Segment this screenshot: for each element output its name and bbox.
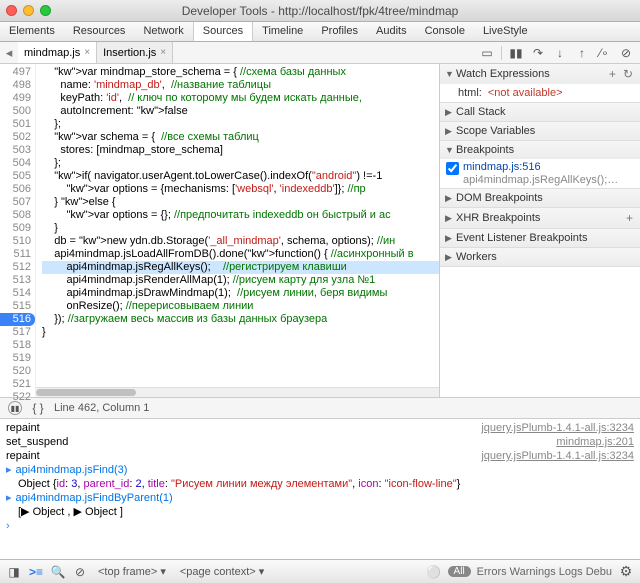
filter-icon[interactable]: ⚪ bbox=[426, 564, 442, 580]
panel-tab-elements[interactable]: Elements bbox=[0, 22, 64, 41]
window-controls bbox=[6, 5, 51, 16]
close-icon[interactable]: × bbox=[84, 47, 90, 58]
step-out-icon[interactable]: ↑ bbox=[574, 45, 590, 61]
disclosure-triangle-icon: ▼ bbox=[445, 69, 453, 79]
pause-exceptions-icon[interactable]: ⊘ bbox=[618, 45, 634, 61]
watch-item[interactable]: html: <not available> bbox=[440, 84, 640, 102]
file-tab[interactable]: mindmap.js× bbox=[18, 42, 97, 63]
file-tabs: mindmap.js×Insertion.js× bbox=[18, 42, 473, 63]
breakpoints-header[interactable]: ▼Breakpoints bbox=[440, 141, 640, 159]
filter-debu[interactable]: Debu bbox=[586, 566, 612, 578]
code-content[interactable]: "kw">var mindmap_store_schema = { //схем… bbox=[36, 64, 439, 397]
chevron-down-icon: ▾ bbox=[160, 565, 166, 578]
scope-variables-header[interactable]: ▶Scope Variables bbox=[440, 122, 640, 140]
debugger-sidebar: ▼ Watch Expressions + ↻ html: <not avail… bbox=[440, 64, 640, 397]
source-link[interactable]: mindmap.js:201 bbox=[556, 435, 634, 449]
watch-expressions-header[interactable]: ▼ Watch Expressions + ↻ bbox=[440, 64, 640, 84]
filter-logs[interactable]: Logs bbox=[559, 566, 586, 578]
event-listener-bp-header[interactable]: ▶Event Listener Breakpoints bbox=[440, 229, 640, 247]
add-icon[interactable]: + bbox=[607, 67, 618, 81]
panel-tab-resources[interactable]: Resources bbox=[64, 22, 135, 41]
panel-tab-sources[interactable]: Sources bbox=[193, 22, 253, 41]
frame-selector[interactable]: <top frame> ▾ bbox=[94, 564, 170, 579]
console-toggle-icon[interactable]: >≡ bbox=[28, 564, 44, 580]
format-icon[interactable]: ▭ bbox=[479, 45, 495, 61]
panel-tab-console[interactable]: Console bbox=[416, 22, 474, 41]
braces-icon[interactable]: { } bbox=[30, 400, 46, 416]
panel-tab-network[interactable]: Network bbox=[134, 22, 192, 41]
bottom-toolbar: ◨ >≡ 🔍 ⊘ <top frame> ▾ <page context> ▾ … bbox=[0, 559, 640, 583]
minimize-icon[interactable] bbox=[23, 5, 34, 16]
add-icon[interactable]: + bbox=[624, 211, 635, 225]
step-into-icon[interactable]: ↓ bbox=[552, 45, 568, 61]
deactivate-bp-icon[interactable]: ⁄∘ bbox=[596, 45, 612, 61]
workers-header[interactable]: ▶Workers bbox=[440, 248, 640, 266]
code-editor[interactable]: 4974984995005015025035045055065075085095… bbox=[0, 64, 440, 397]
panel-tab-timeline[interactable]: Timeline bbox=[253, 22, 312, 41]
main-area: 4974984995005015025035045055065075085095… bbox=[0, 64, 640, 397]
close-icon[interactable]: × bbox=[160, 47, 166, 58]
maximize-icon[interactable] bbox=[40, 5, 51, 16]
console[interactable]: repaintjquery.jsPlumb-1.4.1-all.js:3234s… bbox=[0, 419, 640, 559]
panel-tab-livestyle[interactable]: LiveStyle bbox=[474, 22, 537, 41]
line-gutter[interactable]: 4974984995005015025035045055065075085095… bbox=[0, 64, 36, 397]
status-strip: ▮▮ { } Line 462, Column 1 bbox=[0, 397, 640, 419]
filter-errors[interactable]: Errors bbox=[477, 566, 510, 578]
clear-icon[interactable]: ⊘ bbox=[72, 564, 88, 580]
refresh-icon[interactable]: ↻ bbox=[621, 67, 635, 81]
step-over-icon[interactable]: ↷ bbox=[530, 45, 546, 61]
source-link[interactable]: jquery.jsPlumb-1.4.1-all.js:3234 bbox=[481, 421, 634, 435]
xhr-breakpoints-header[interactable]: ▶XHR Breakpoints+ bbox=[440, 208, 640, 228]
panel-tab-audits[interactable]: Audits bbox=[367, 22, 416, 41]
filter-all[interactable]: All bbox=[448, 566, 471, 577]
breakpoint-checkbox[interactable] bbox=[446, 162, 459, 175]
call-stack-header[interactable]: ▶Call Stack bbox=[440, 103, 640, 121]
chevron-down-icon: ▾ bbox=[259, 565, 265, 578]
panel-tabs: ElementsResourcesNetworkSourcesTimelineP… bbox=[0, 22, 640, 42]
search-icon[interactable]: 🔍 bbox=[50, 564, 66, 580]
gear-icon[interactable]: ⚙ bbox=[618, 564, 634, 580]
cursor-position: Line 462, Column 1 bbox=[54, 402, 149, 414]
panel-tab-profiles[interactable]: Profiles bbox=[312, 22, 367, 41]
horizontal-scrollbar[interactable] bbox=[36, 387, 439, 397]
close-icon[interactable] bbox=[6, 5, 17, 16]
window-title: Developer Tools - http://localhost/fpk/4… bbox=[0, 4, 640, 18]
nav-back-icon[interactable]: ◂ bbox=[0, 45, 18, 61]
file-tab-row: ◂ mindmap.js×Insertion.js× ▭ ▮▮ ↷ ↓ ↑ ⁄∘… bbox=[0, 42, 640, 64]
titlebar: Developer Tools - http://localhost/fpk/4… bbox=[0, 0, 640, 22]
breakpoint-item[interactable]: mindmap.js:516 api4mindmap.jsRegAllKeys(… bbox=[440, 159, 640, 188]
pause-icon[interactable]: ▮▮ bbox=[508, 45, 524, 61]
filter-warnings[interactable]: Warnings bbox=[510, 566, 559, 578]
context-selector[interactable]: <page context> ▾ bbox=[176, 564, 268, 579]
source-link[interactable]: jquery.jsPlumb-1.4.1-all.js:3234 bbox=[481, 449, 634, 463]
dom-breakpoints-header[interactable]: ▶DOM Breakpoints bbox=[440, 189, 640, 207]
file-tab[interactable]: Insertion.js× bbox=[97, 42, 173, 63]
dock-icon[interactable]: ◨ bbox=[6, 564, 22, 580]
